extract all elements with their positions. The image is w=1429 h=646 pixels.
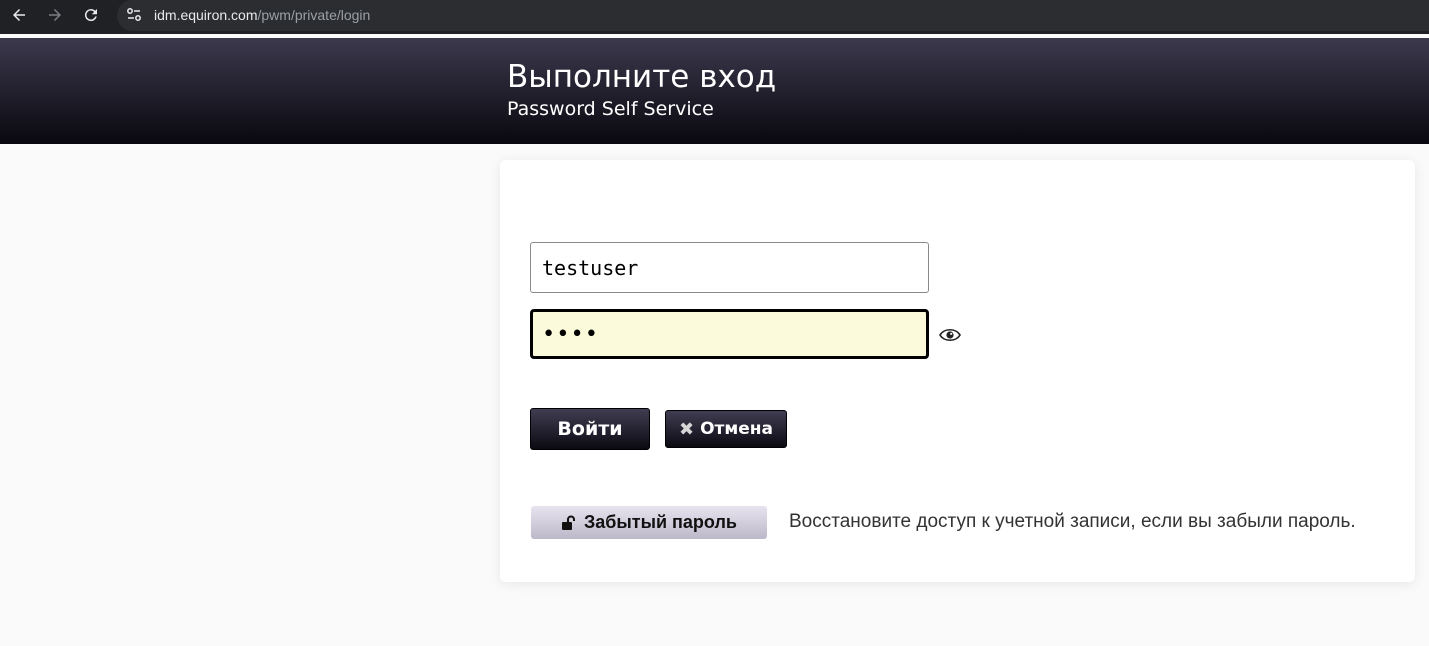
unlock-icon xyxy=(562,515,576,530)
browser-toolbar: idm.equiron.com/pwm/private/login xyxy=(0,0,1429,34)
forward-button[interactable] xyxy=(40,0,70,30)
login-button[interactable]: Войти xyxy=(530,408,650,450)
forgot-password-description: Восстановите доступ к учетной записи, ес… xyxy=(789,511,1356,532)
forgot-password-label: Забытый пароль xyxy=(584,512,737,532)
cancel-button-label: Отмена xyxy=(700,419,774,439)
page-title: Выполните вход xyxy=(507,59,777,95)
url-text[interactable]: idm.equiron.com/pwm/private/login xyxy=(154,7,370,23)
forward-arrow-icon xyxy=(49,9,61,21)
username-input[interactable]: testuser xyxy=(530,242,929,293)
close-x-icon: ✖ xyxy=(678,418,695,440)
url-host: idm.equiron.com xyxy=(154,7,258,23)
reload-button[interactable] xyxy=(76,0,106,30)
site-info-icon[interactable] xyxy=(125,6,143,24)
url-path: /pwm/private/login xyxy=(257,7,371,23)
eye-icon[interactable] xyxy=(939,326,961,344)
password-input[interactable]: •••• xyxy=(530,309,929,359)
cancel-button[interactable]: ✖ Отмена xyxy=(665,410,787,448)
reload-icon xyxy=(84,9,97,22)
back-button[interactable] xyxy=(4,0,34,30)
forgot-password-button[interactable]: Забытый пароль xyxy=(531,506,767,539)
page-subtitle: Password Self Service xyxy=(507,98,714,120)
back-arrow-icon xyxy=(13,9,25,21)
